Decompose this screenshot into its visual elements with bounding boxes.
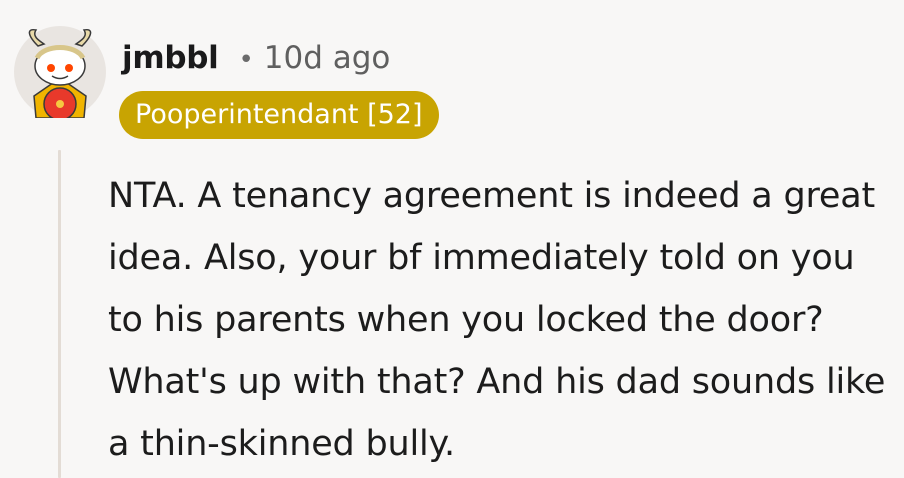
username-link[interactable]: jmbbl [122,40,219,76]
comment-age[interactable]: 10d ago [264,40,391,76]
user-flair: Pooperintendant [52] [119,91,439,139]
comment-header: jmbbl • 10d ago [122,40,390,76]
comment: jmbbl • 10d ago Pooperintendant [52] NTA… [0,0,904,478]
thread-line[interactable] [58,150,61,478]
comment-body: NTA. A tenancy agreement is indeed a gre… [108,176,886,464]
separator-dot: • [238,45,254,75]
snoo-avatar-icon[interactable] [14,26,106,121]
